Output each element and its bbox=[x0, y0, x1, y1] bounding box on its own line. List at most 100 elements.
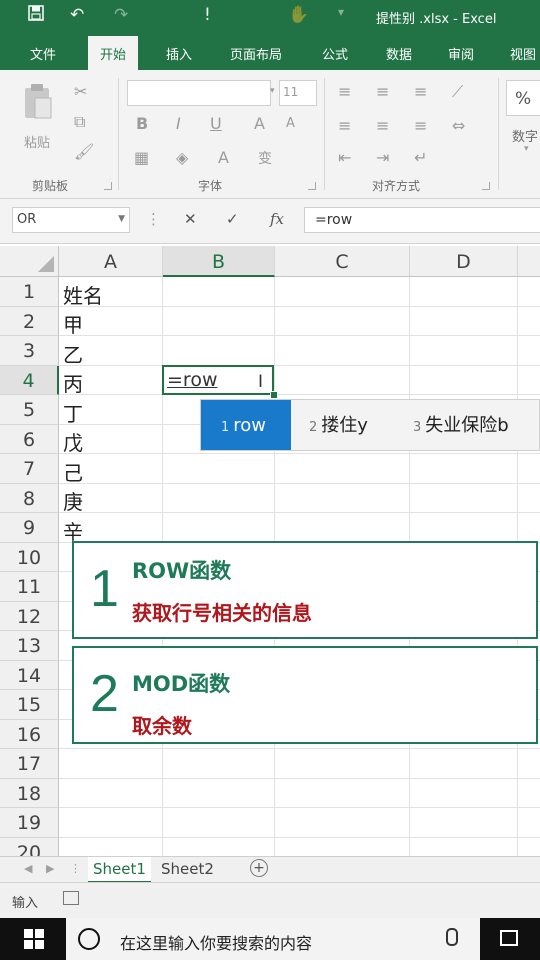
tab-data[interactable]: 数据 bbox=[386, 44, 412, 63]
increase-indent-icon[interactable]: ⇥ bbox=[376, 148, 389, 167]
tab-page-layout[interactable]: 页面布局 bbox=[230, 44, 282, 63]
column-header-e[interactable] bbox=[518, 246, 540, 277]
tab-home[interactable]: 开始 bbox=[88, 36, 139, 70]
font-name-input[interactable] bbox=[127, 80, 271, 106]
copy-icon[interactable]: ⧉ bbox=[74, 112, 85, 132]
wrap-text-icon[interactable]: ↵ bbox=[414, 148, 427, 167]
bold-icon[interactable]: B bbox=[136, 114, 148, 133]
tab-file[interactable]: 文件 bbox=[30, 44, 56, 63]
font-launcher-icon[interactable] bbox=[308, 182, 316, 190]
cell-a8[interactable]: 庚 bbox=[63, 486, 83, 515]
task-view-icon[interactable] bbox=[500, 930, 518, 946]
tab-review[interactable]: 审阅 bbox=[448, 44, 474, 63]
borders-icon[interactable]: ▦ bbox=[134, 148, 149, 167]
top-align-icon[interactable]: ≡ bbox=[338, 82, 351, 101]
macro-record-icon[interactable] bbox=[63, 891, 79, 905]
format-painter-icon[interactable]: 🖌 bbox=[74, 142, 94, 161]
tab-view[interactable]: 视图 bbox=[510, 44, 536, 63]
bottom-align-icon[interactable]: ≡ bbox=[414, 82, 427, 101]
name-box[interactable]: OR ▼ bbox=[12, 207, 130, 233]
ime-candidate-2[interactable]: 2 搂住y bbox=[309, 400, 368, 450]
cell-a6[interactable]: 戊 bbox=[63, 427, 83, 456]
row-header-2[interactable]: 2 bbox=[0, 306, 59, 336]
row-header-8[interactable]: 8 bbox=[0, 483, 59, 513]
font-name-dropdown-icon[interactable]: ▾ bbox=[270, 86, 275, 96]
align-left-icon[interactable]: ≡ bbox=[338, 116, 351, 135]
cell-a7[interactable]: 己 bbox=[63, 457, 83, 486]
row-header-11[interactable]: 11 bbox=[0, 572, 59, 602]
cortana-icon[interactable] bbox=[78, 928, 100, 950]
align-center-icon[interactable]: ≡ bbox=[376, 116, 389, 135]
column-header-b[interactable]: B bbox=[163, 246, 275, 277]
row-header-19[interactable]: 19 bbox=[0, 808, 59, 838]
font-size-input[interactable]: 11 bbox=[279, 80, 317, 106]
column-header-c[interactable]: C bbox=[275, 246, 410, 277]
paste-label[interactable]: 粘贴 bbox=[24, 132, 50, 151]
row-header-16[interactable]: 16 bbox=[0, 719, 59, 749]
sheet-tab-sheet1[interactable]: Sheet1 bbox=[88, 857, 151, 883]
row-header-5[interactable]: 5 bbox=[0, 395, 59, 425]
windows-start-icon[interactable] bbox=[24, 929, 44, 949]
select-all-button[interactable] bbox=[0, 246, 59, 277]
row-header-9[interactable]: 9 bbox=[0, 513, 59, 543]
column-header-d[interactable]: D bbox=[410, 246, 518, 277]
formula-bar-options-icon[interactable]: ⋮ bbox=[146, 210, 161, 228]
alert-icon[interactable]: ! bbox=[204, 5, 211, 25]
orientation-icon[interactable]: ⟋ bbox=[452, 82, 463, 102]
row-header-17[interactable]: 17 bbox=[0, 749, 59, 779]
enter-icon[interactable]: ✓ bbox=[226, 210, 239, 228]
row-header-10[interactable]: 10 bbox=[0, 542, 59, 572]
prev-sheet-icon[interactable]: ◀ bbox=[24, 862, 32, 875]
row-header-18[interactable]: 18 bbox=[0, 778, 59, 808]
shrink-font-icon[interactable]: A bbox=[286, 116, 295, 131]
underline-icon[interactable]: U bbox=[210, 114, 222, 133]
row-header-12[interactable]: 12 bbox=[0, 601, 59, 631]
undo-icon[interactable]: ↶ bbox=[70, 5, 84, 25]
row-header-14[interactable]: 14 bbox=[0, 660, 59, 690]
sheet-tab-sheet2[interactable]: Sheet2 bbox=[156, 857, 219, 881]
column-header-a[interactable]: A bbox=[59, 246, 163, 277]
ime-candidate-3[interactable]: 3 失业保险b bbox=[413, 400, 509, 450]
grow-font-icon[interactable]: A bbox=[254, 114, 265, 133]
middle-align-icon[interactable]: ≡ bbox=[376, 82, 389, 101]
ime-candidate-1[interactable]: 1 row bbox=[201, 400, 291, 450]
alignment-launcher-icon[interactable] bbox=[482, 182, 490, 190]
row-header-20[interactable]: 20 bbox=[0, 837, 59, 858]
cell-a1[interactable]: 姓名 bbox=[63, 280, 103, 309]
microphone-icon[interactable] bbox=[446, 928, 458, 946]
save-icon[interactable] bbox=[28, 5, 44, 26]
redo-icon[interactable]: ↷ bbox=[114, 5, 128, 25]
cell-a4[interactable]: 丙 bbox=[63, 368, 83, 397]
row-header-1[interactable]: 1 bbox=[0, 277, 59, 307]
add-sheet-icon[interactable]: + bbox=[250, 859, 268, 877]
row-header-15[interactable]: 15 bbox=[0, 690, 59, 720]
tab-insert[interactable]: 插入 bbox=[166, 44, 192, 63]
row-header-13[interactable]: 13 bbox=[0, 631, 59, 661]
row-header-6[interactable]: 6 bbox=[0, 424, 59, 454]
sheet-nav-more-icon[interactable]: ⋮ bbox=[70, 862, 81, 875]
tab-formulas[interactable]: 公式 bbox=[322, 44, 348, 63]
next-sheet-icon[interactable]: ▶ bbox=[46, 862, 54, 875]
paste-icon[interactable] bbox=[22, 82, 54, 126]
number-dropdown-icon[interactable]: ▾ bbox=[524, 144, 529, 154]
decrease-indent-icon[interactable]: ⇤ bbox=[338, 148, 351, 167]
cut-icon[interactable]: ✂ bbox=[74, 82, 87, 101]
font-color-icon[interactable]: A bbox=[218, 148, 229, 167]
customize-qat-icon[interactable]: ▾ bbox=[338, 5, 344, 19]
fill-color-icon[interactable]: ◈ bbox=[176, 148, 188, 167]
italic-icon[interactable]: I bbox=[176, 114, 181, 133]
cell-a5[interactable]: 丁 bbox=[63, 398, 83, 427]
insert-function-icon[interactable]: fx bbox=[270, 210, 284, 228]
row-header-7[interactable]: 7 bbox=[0, 454, 59, 484]
align-right-icon[interactable]: ≡ bbox=[414, 116, 427, 135]
row-header-4[interactable]: 4 bbox=[0, 365, 59, 395]
worksheet-grid[interactable]: A B C D 1 2 3 4 5 6 7 8 9 10 11 12 13 14… bbox=[0, 246, 540, 858]
formula-input[interactable]: =row bbox=[304, 207, 540, 233]
name-box-dropdown-icon[interactable]: ▼ bbox=[118, 214, 125, 224]
clipboard-launcher-icon[interactable] bbox=[104, 182, 112, 190]
cell-a2[interactable]: 甲 bbox=[63, 309, 83, 338]
fill-handle[interactable] bbox=[270, 391, 278, 399]
touch-mode-icon[interactable]: ✋ bbox=[288, 5, 309, 25]
merge-center-icon[interactable]: ⇔ bbox=[452, 116, 465, 135]
taskbar-search-box[interactable]: 在这里输入你要搜索的内容 bbox=[66, 918, 480, 960]
